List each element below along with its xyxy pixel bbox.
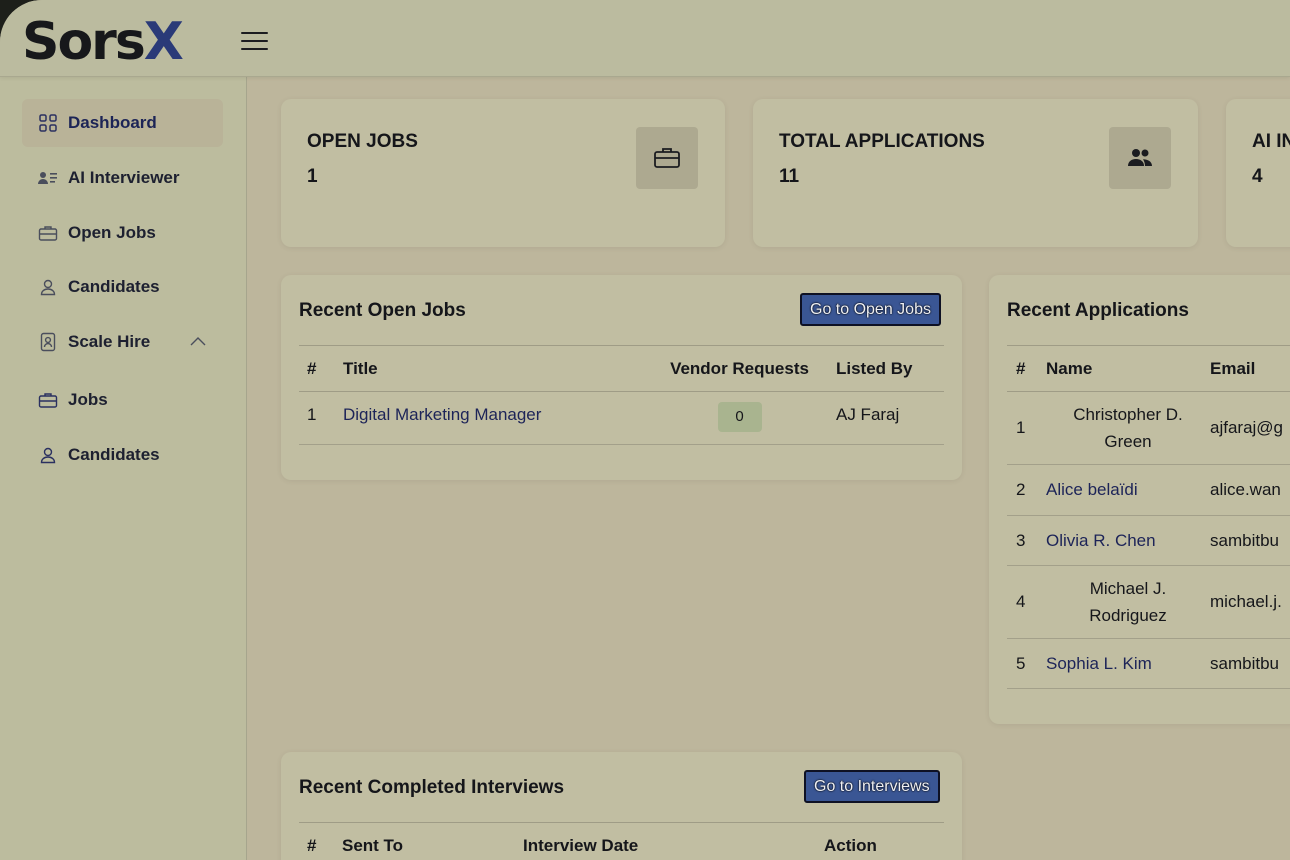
sidebar-item-label: AI Interviewer — [68, 168, 180, 187]
grid-icon — [38, 113, 58, 133]
row-num: 3 — [1007, 515, 1046, 566]
app-window: SorsX Dashboard AI Interviewer Open Jobs — [0, 0, 1290, 860]
row-num: 4 — [1007, 565, 1046, 639]
chevron-up-icon[interactable] — [189, 333, 207, 351]
table-row: 5 Sophia L. Kim sambitbu — [1007, 638, 1290, 689]
badge-icon — [38, 332, 58, 352]
name-line: Alice belaïdi — [1046, 480, 1138, 499]
name-line: Christopher D. — [1073, 405, 1183, 424]
recent-open-jobs-panel: Recent Open Jobs Go to Open Jobs # Title… — [281, 275, 962, 480]
name-line: Sophia L. Kim — [1046, 653, 1152, 673]
sidebar-item-label: Dashboard — [68, 113, 157, 132]
sidebar-item-ai-interviewer[interactable]: AI Interviewer — [22, 154, 223, 202]
applicant-name[interactable]: Alice belaïdi — [1046, 464, 1210, 516]
logo-accent: X — [143, 12, 184, 72]
row-num: 2 — [1007, 464, 1046, 516]
stat-card-ai-interviews: AI IN 4 — [1226, 99, 1290, 247]
applicant-name[interactable]: Michael J. Rodriguez — [1046, 565, 1210, 639]
sidebar-item-candidates[interactable]: Candidates — [22, 263, 223, 311]
stat-value: 11 — [779, 166, 800, 187]
menu-toggle-icon[interactable] — [241, 30, 268, 52]
applicant-email: ajfaraj@g — [1210, 391, 1290, 465]
col-header-action: Action — [824, 822, 944, 860]
users-icon — [1109, 127, 1171, 189]
name-line: Rodriguez — [1089, 606, 1167, 625]
row-num: 1 — [1007, 391, 1046, 465]
sidebar-item-label: Open Jobs — [68, 223, 156, 242]
applicant-name[interactable]: Olivia R. Chen — [1046, 515, 1210, 566]
col-header-listed-by: Listed By — [832, 345, 944, 392]
sidebar-item-label: Candidates — [68, 445, 160, 464]
stat-card-open-jobs: OPEN JOBS 1 — [281, 99, 725, 247]
row-num: 5 — [1007, 638, 1046, 689]
stat-title: TOTAL APPLICATIONS — [779, 131, 985, 152]
table-row: 3 Olivia R. Chen sambitbu — [1007, 515, 1290, 566]
stat-title: OPEN JOBS — [307, 131, 418, 152]
panel-title: Recent Open Jobs — [299, 300, 466, 321]
name-line: Green — [1104, 432, 1152, 451]
briefcase-icon — [38, 390, 58, 410]
recent-applications-panel: Recent Applications # Name Email 1 Chris… — [989, 275, 1290, 724]
user-list-icon — [38, 168, 58, 188]
col-header-num: # — [299, 345, 343, 392]
table-row: 1 Christopher D. Green ajfaraj@g — [1007, 391, 1290, 465]
applications-table: # Name Email 1 Christopher D. Green ajfar… — [1007, 345, 1290, 689]
panel-title: Recent Applications — [1007, 300, 1189, 321]
row-num: 1 — [299, 391, 343, 445]
sidebar-item-label: Jobs — [68, 390, 108, 409]
panel-title: Recent Completed Interviews — [299, 777, 565, 798]
job-title-link[interactable]: Digital Marketing Manager — [343, 405, 541, 424]
sidebar-item-open-jobs[interactable]: Open Jobs — [22, 209, 223, 257]
sidebar-item-jobs[interactable]: Jobs — [22, 376, 223, 424]
briefcase-icon — [38, 223, 58, 243]
stat-value: 1 — [307, 166, 318, 187]
applicant-email: michael.j. — [1210, 565, 1290, 639]
name-line: Michael J. — [1089, 579, 1167, 598]
stat-title: AI IN — [1252, 131, 1290, 152]
applicant-email: alice.wan — [1210, 464, 1290, 516]
col-header-num: # — [1007, 345, 1046, 392]
logo-text: Sors — [22, 12, 146, 72]
col-header-num: # — [299, 822, 342, 860]
col-header-email: Email — [1210, 345, 1290, 392]
user-icon — [38, 277, 58, 297]
sidebar-item-label: Candidates — [68, 277, 160, 296]
sidebar-item-scale-hire[interactable]: Scale Hire — [22, 318, 223, 366]
sidebar-item-label: Scale Hire — [68, 332, 151, 351]
logo[interactable]: SorsX — [22, 12, 184, 72]
sidebar-item-dashboard[interactable]: Dashboard — [22, 99, 223, 147]
applicant-name[interactable]: Christopher D. Green — [1046, 391, 1210, 465]
col-header-vendor-requests: Vendor Requests — [647, 345, 832, 392]
open-jobs-table: # Title Vendor Requests Listed By 1 Digi… — [299, 345, 944, 445]
col-header-title: Title — [343, 345, 647, 392]
name-line: Olivia R. Chen — [1046, 530, 1156, 550]
applicant-email: sambitbu — [1210, 515, 1290, 566]
sidebar: Dashboard AI Interviewer Open Jobs Candi… — [0, 77, 247, 860]
go-to-open-jobs-button[interactable]: Go to Open Jobs — [800, 293, 941, 326]
go-to-interviews-button[interactable]: Go to Interviews — [804, 770, 940, 803]
table-row: 2 Alice belaïdi alice.wan — [1007, 464, 1290, 516]
stat-value: 4 — [1252, 166, 1263, 187]
table-row: 1 Digital Marketing Manager 0 AJ Faraj — [299, 391, 944, 445]
applicant-name[interactable]: Sophia L. Kim — [1046, 638, 1210, 689]
col-header-interview-date: Interview Date — [523, 822, 824, 860]
briefcase-icon — [636, 127, 698, 189]
listed-by: AJ Faraj — [832, 391, 944, 445]
recent-interviews-panel: Recent Completed Interviews Go to Interv… — [281, 752, 962, 860]
interviews-table: # Sent To Interview Date Action — [299, 822, 944, 860]
stat-card-total-applications: TOTAL APPLICATIONS 11 — [753, 99, 1198, 247]
vendor-requests-badge: 0 — [717, 402, 762, 432]
col-header-name: Name — [1046, 345, 1210, 392]
sidebar-item-scale-candidates[interactable]: Candidates — [22, 431, 223, 479]
top-bar: SorsX — [0, 0, 1290, 77]
col-header-sent-to: Sent To — [342, 822, 523, 860]
user-icon — [38, 445, 58, 465]
table-row: 4 Michael J. Rodriguez michael.j. — [1007, 565, 1290, 639]
applicant-email: sambitbu — [1210, 638, 1290, 689]
